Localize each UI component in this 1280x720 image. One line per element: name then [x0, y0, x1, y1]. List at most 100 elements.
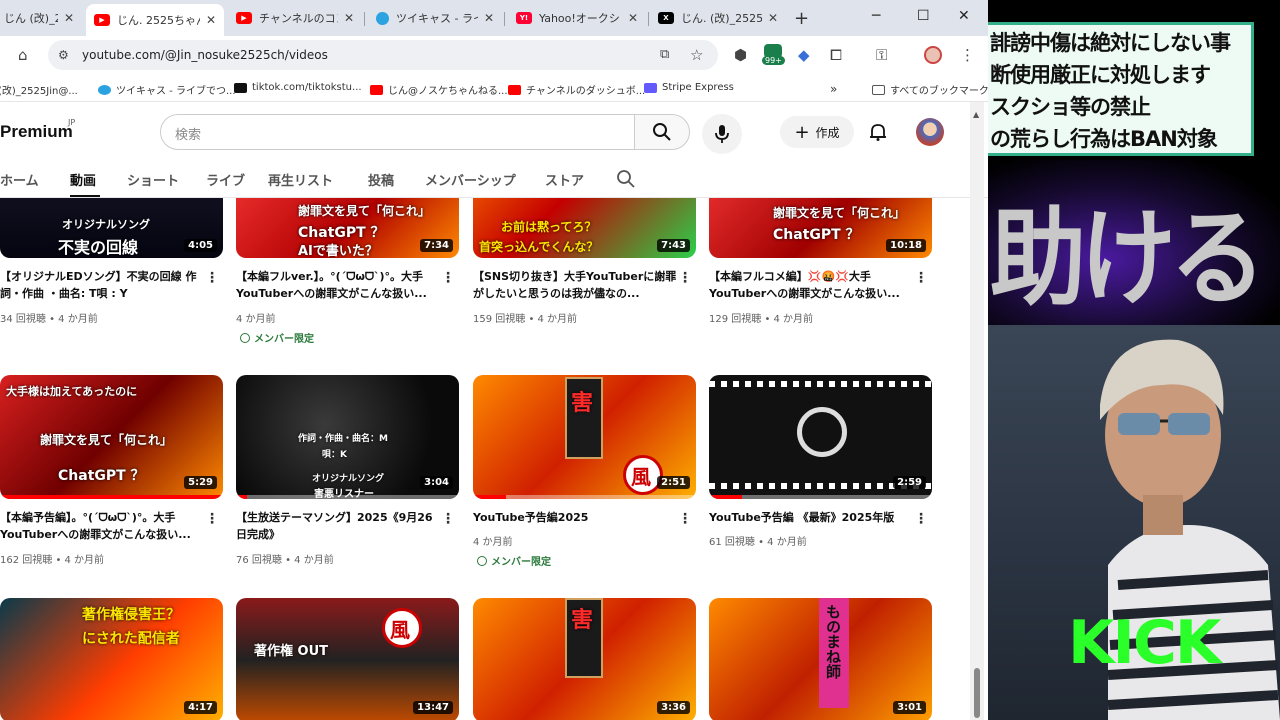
menu-kebab-icon[interactable]: ⋮	[960, 46, 975, 64]
video-thumbnail[interactable]: 風 著作権 OUT 13:47	[236, 598, 459, 720]
bookmark-star-icon[interactable]: ☆	[690, 46, 703, 64]
twitcasting-icon	[376, 11, 389, 25]
video-thumbnail[interactable]: 著作権侵害王？ にされた配信者 4:17	[0, 598, 223, 720]
watch-progress-fill	[236, 495, 248, 499]
voice-search-button[interactable]	[702, 114, 742, 154]
thumb-caption: ChatGPT ？	[58, 468, 145, 484]
more-options-icon[interactable]: ⋮	[914, 511, 928, 527]
more-options-icon[interactable]: ⋮	[678, 511, 692, 527]
video-meta: 61 回視聴 • 4 か月前	[709, 537, 807, 548]
bookmark-item[interactable]: チャンネルのダッシュボ...	[508, 82, 645, 97]
notifications-button[interactable]	[868, 122, 888, 146]
tab-posts[interactable]: 投稿	[368, 170, 394, 189]
channel-search-button[interactable]	[616, 169, 636, 193]
window-close-icon[interactable]: ✕	[958, 8, 970, 24]
video-title[interactable]: 【本編フルver.】。°(´ᗜωᗜ`)°。大手YouTuberへの謝罪文がこんな…	[236, 268, 441, 302]
video-duration: 7:43	[657, 239, 690, 252]
close-tab-icon[interactable]: ✕	[768, 11, 778, 25]
close-tab-icon[interactable]: ✕	[64, 11, 74, 25]
watch-progress-fill	[0, 495, 223, 499]
maximize-icon[interactable]: ☐	[917, 8, 930, 24]
close-tab-icon[interactable]: ✕	[206, 13, 216, 27]
video-thumbnail[interactable]: 大手様は加えてあったのに 謝罪文を見て「何これ」 ChatGPT ？ 5:29	[0, 375, 223, 499]
video-thumbnail[interactable]: 2:59	[709, 375, 932, 499]
more-options-icon[interactable]: ⋮	[205, 270, 219, 286]
video-thumbnail[interactable]: ものまね師 3:01	[709, 598, 932, 720]
logo-region: JP	[68, 118, 76, 127]
video-title[interactable]: 【本編フルコメ編】💢🤬💢大手YouTuberへの謝罪文がこんな扱い...	[709, 268, 914, 302]
install-app-icon[interactable]: ⧉	[660, 47, 669, 62]
home-icon[interactable]: ⌂	[18, 46, 28, 64]
bookmark-item[interactable]: ツイキャス - ライブでつ...	[98, 82, 236, 97]
create-button[interactable]: + 作成	[780, 116, 854, 148]
tab-videos[interactable]: 動画	[70, 170, 96, 189]
extensions-puzzle-icon[interactable]: ⧠	[830, 46, 842, 64]
video-title[interactable]: 【生放送テーマソング】2025《9月26日完成》	[236, 509, 441, 543]
bookmark-item[interactable]: (改)_2525Jin@...	[0, 82, 78, 97]
page-scrollbar[interactable]	[970, 102, 984, 720]
video-title[interactable]: 【SNS切り抜き】大手YouTuberに謝罪がしたいと思うのは我が儘なの...	[473, 268, 678, 302]
bell-icon	[870, 124, 886, 141]
search-input[interactable]	[160, 114, 635, 150]
bookmark-item[interactable]: tiktok.com/tiktokstu...	[234, 82, 362, 93]
browser-tab-2[interactable]: ▶ チャンネルのコンテ ✕	[228, 4, 362, 32]
bookmark-label: ツイキャス - ライブでつ...	[116, 86, 236, 97]
video-grid: オリジナルソング 不実の回線 4:05 【オリジナルEDソング】不実の回線 作詞…	[0, 198, 970, 720]
video-meta: 34 回視聴 • 4 か月前	[0, 314, 98, 325]
translate-extension-icon[interactable]: ◆	[798, 46, 810, 64]
more-bookmarks-chevron-icon[interactable]: »	[830, 82, 837, 96]
more-options-icon[interactable]: ⋮	[441, 511, 455, 527]
youtube-icon: ▶	[236, 12, 252, 24]
member-label: メンバー限定	[491, 557, 551, 568]
search-button[interactable]	[634, 114, 690, 150]
video-thumbnail[interactable]: 作詞・作曲・曲名：M 唄：K オリジナルソング 害悪リスナー 3:04	[236, 375, 459, 499]
video-thumbnail[interactable]: 謝罪文を見て「何これ」 ChatGPT ？ AIで書いた？ 7:34	[236, 198, 459, 258]
site-info-icon[interactable]: ⚙	[58, 48, 69, 62]
youtube-logo[interactable]: Premium	[0, 122, 73, 142]
profile-avatar[interactable]	[924, 46, 942, 64]
tab-live[interactable]: ライブ	[206, 170, 245, 189]
tab-store[interactable]: ストア	[545, 170, 584, 189]
close-tab-icon[interactable]: ✕	[484, 11, 494, 25]
video-title[interactable]: 【本編予告編】。°(´ᗜωᗜ`)°。大手YouTuberへの謝罪文がこんな扱い.…	[0, 509, 205, 543]
all-bookmarks-button[interactable]: すべてのブックマーク	[872, 82, 988, 97]
search-icon	[617, 170, 635, 188]
account-avatar[interactable]	[916, 118, 944, 146]
tab-playlists[interactable]: 再生リスト	[268, 170, 333, 189]
bookmark-item[interactable]: じん@ノスケちゃんねる...	[370, 82, 508, 97]
browser-tab-1[interactable]: ▶ じん. 2525ちゃんね ✕	[86, 4, 224, 36]
more-options-icon[interactable]: ⋮	[678, 270, 692, 286]
video-thumbnail[interactable]: 害 3:36	[473, 598, 696, 720]
video-thumbnail[interactable]: オリジナルソング 不実の回線 4:05	[0, 198, 223, 258]
more-options-icon[interactable]: ⋮	[205, 511, 219, 527]
shield-extension-icon[interactable]: ⬢	[734, 46, 747, 64]
video-duration: 5:29	[184, 476, 217, 489]
new-tab-icon[interactable]: +	[794, 8, 809, 29]
close-tab-icon[interactable]: ✕	[628, 11, 638, 25]
watch-progress-bar	[236, 495, 459, 499]
rule-text: スクショ等の禁止	[990, 95, 1151, 119]
tab-home[interactable]: ホーム	[0, 170, 39, 189]
video-thumbnail[interactable]: 謝罪文を見て「何これ」 ChatGPT ？ 10:18	[709, 198, 932, 258]
rules-panel: 誹謗中傷は絶対にしない事 断使用厳正に対処します スクショ等の禁止 の荒らし行為…	[988, 22, 1254, 156]
more-options-icon[interactable]: ⋮	[914, 270, 928, 286]
scroll-up-arrow-icon[interactable]: ▲	[973, 110, 979, 119]
password-key-icon[interactable]: ⚿	[876, 46, 887, 64]
watch-progress-bar	[473, 495, 696, 499]
tab-shorts[interactable]: ショート	[127, 170, 179, 189]
video-thumbnail[interactable]: お前は黙ってろ？ 首突っ込んでくんな？ 7:43	[473, 198, 696, 258]
browser-tab-4[interactable]: Y! Yahoo!オークション ✕	[508, 4, 646, 32]
browser-tab-5[interactable]: X じん. (改)_2525Jin ✕	[650, 4, 786, 32]
minimize-icon[interactable]: ─	[872, 8, 880, 24]
browser-tab-3[interactable]: ツイキャス - ライブで ✕	[368, 4, 502, 32]
tab-membership[interactable]: メンバーシップ	[425, 170, 516, 189]
video-thumbnail[interactable]: 害 風 2:51	[473, 375, 696, 499]
video-title[interactable]: 【オリジナルEDソング】不実の回線 作詞・作曲 ・曲名: T唄 : Y	[0, 268, 205, 302]
bookmark-item[interactable]: Stripe Express	[644, 82, 734, 93]
more-options-icon[interactable]: ⋮	[441, 270, 455, 286]
scrollbar-thumb[interactable]	[974, 668, 980, 718]
member-only-badge: メンバー限定	[477, 553, 551, 568]
browser-tab-0[interactable]: じん (改)_2525Jin@... ✕	[0, 4, 82, 32]
close-tab-icon[interactable]: ✕	[344, 11, 354, 25]
video-duration: 7:34	[420, 239, 453, 252]
